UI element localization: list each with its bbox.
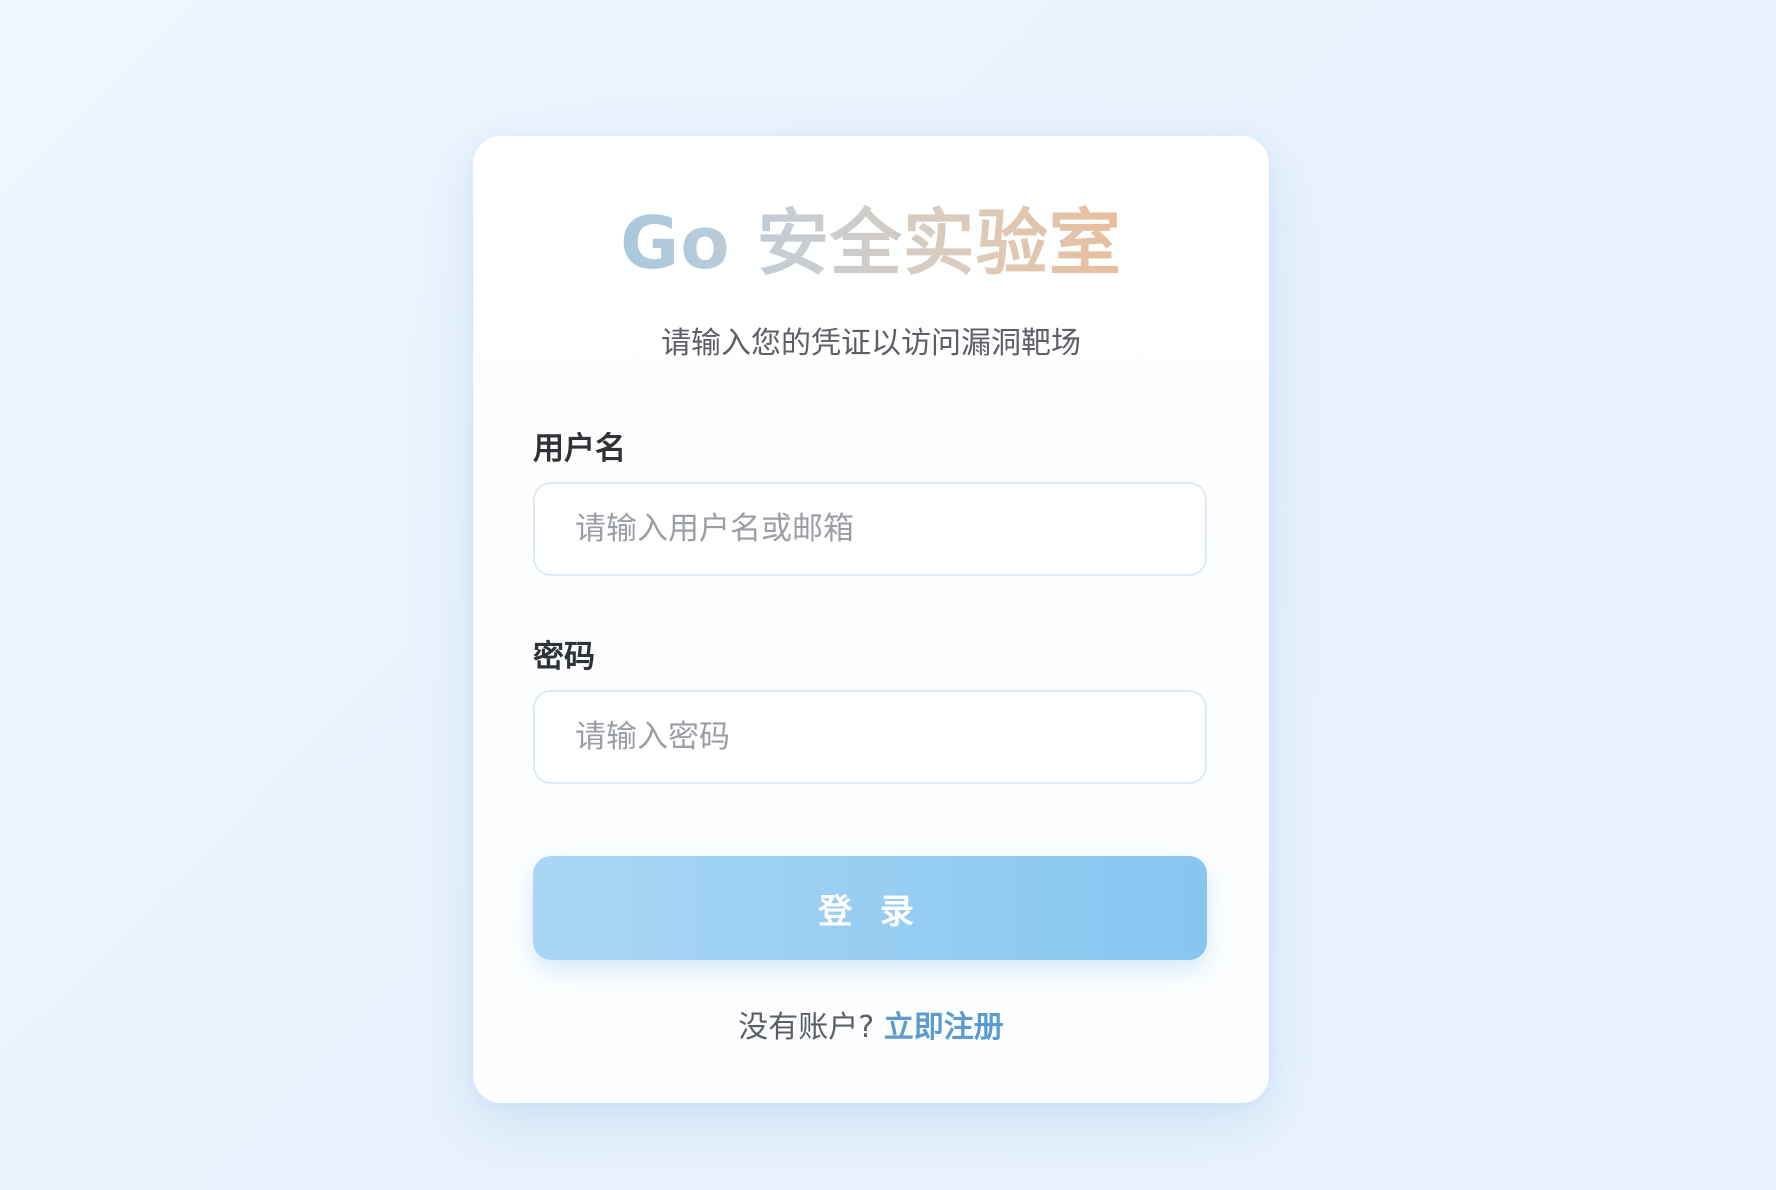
password-input[interactable] [533,690,1207,784]
register-prompt: 没有账户? 立即注册 [473,1002,1269,1046]
register-link[interactable]: 立即注册 [884,1010,1004,1045]
login-button[interactable]: 登 录 [533,856,1207,960]
page-title: Go 安全实验室 [473,200,1269,286]
login-card: Go 安全实验室 请输入您的凭证以访问漏洞靶场 用户名 密码 登 录 没有账户?… [473,136,1269,1103]
password-label: 密码 [533,639,595,675]
page-subtitle: 请输入您的凭证以访问漏洞靶场 [661,326,1081,361]
username-label: 用户名 [533,431,626,467]
username-input[interactable] [533,482,1207,576]
register-prompt-text: 没有账户? [738,1010,884,1045]
page-title-text: Go 安全实验室 [620,201,1122,285]
